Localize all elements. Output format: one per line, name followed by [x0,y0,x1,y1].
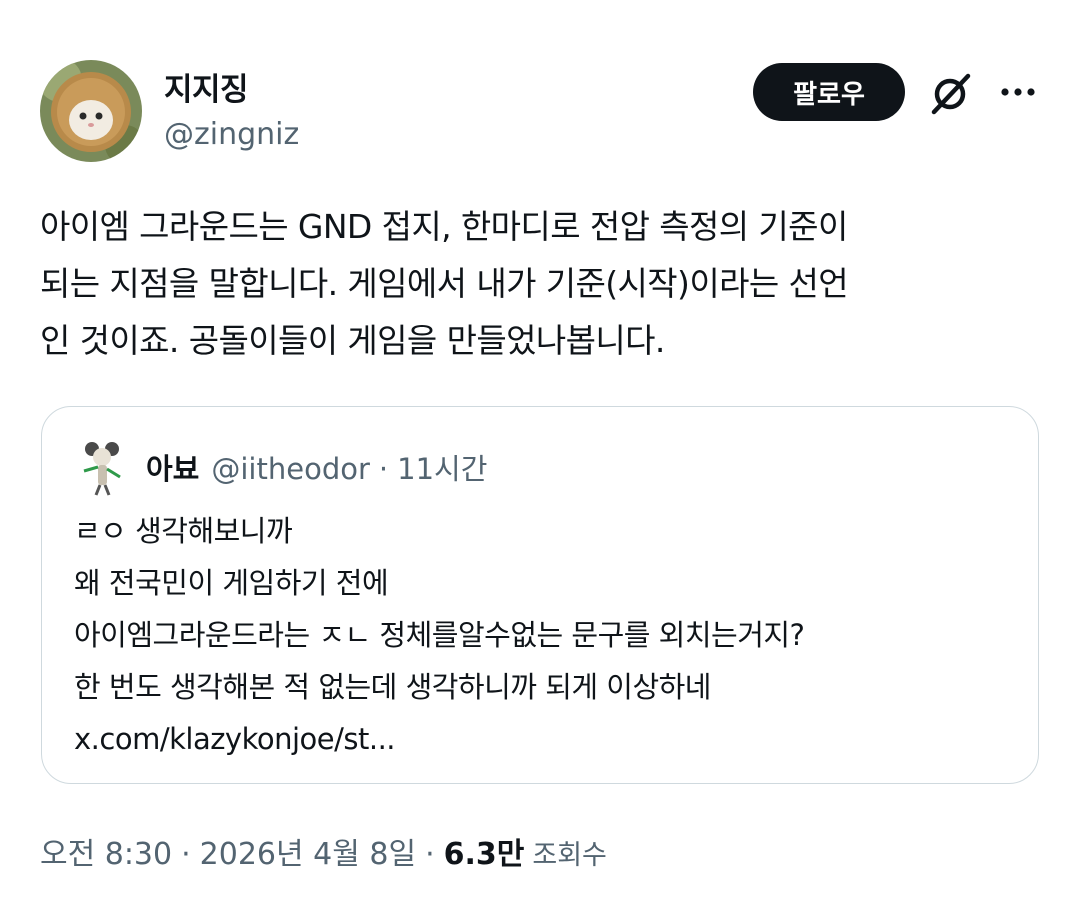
quoted-tweet-time[interactable]: 11시간 [397,446,487,488]
author-avatar[interactable] [40,60,142,162]
grok-icon[interactable] [926,70,974,118]
tweet-date[interactable]: 2026년 4월 8일 [200,829,416,873]
quoted-line: 아이엠그라운드라는 ㅈㄴ 정체를알수없는 문구를 외치는거지? [74,618,805,652]
quoted-line: 한 번도 생각해본 적 없는데 생각하니까 되게 이상하네 [74,670,712,704]
tweet-text: 아이엠 그라운드는 GND 접지, 한마디로 전압 측정의 기준이 되는 지점을… [40,198,1040,369]
quoted-tweet-header: 아뵤 @iitheodor · 11시간 [146,446,487,488]
views-label: 조회수 [532,840,607,871]
quoted-tweet-card[interactable]: 아뵤 @iitheodor · 11시간 ㄹㅇ 생각해보니까 왜 전국민이 게임… [41,406,1039,784]
separator-dot: · [378,452,389,486]
more-icon[interactable] [998,78,1038,106]
separator-dot: · [425,837,435,872]
tweet-meta: 오전 8:30 · 2026년 4월 8일 · 6.3만 조회수 [40,829,607,873]
quoted-tweet-text: ㄹㅇ 생각해보니까 왜 전국민이 게임하기 전에 아이엠그라운드라는 ㅈㄴ 정체… [74,505,1014,765]
tweet-line: 아이엠 그라운드는 GND 접지, 한마디로 전압 측정의 기준이 [40,207,848,246]
tweet-time[interactable]: 오전 8:30 [40,829,172,873]
tweet-line: 인 것이죠. 공돌이들이 게임을 만들었나봅니다. [40,321,665,360]
quoted-author-avatar[interactable] [76,437,130,497]
author-handle[interactable]: @zingniz [164,117,299,152]
quoted-author-name[interactable]: 아뵤 [146,446,199,488]
tweet-line: 되는 지점을 말합니다. 게임에서 내가 기준(시작)이라는 선언 [40,264,849,303]
views-count: 6.3만 [443,837,525,872]
follow-button[interactable]: 팔로우 [753,63,905,121]
quoted-line: 왜 전국민이 게임하기 전에 [74,566,389,600]
quoted-link[interactable]: x.com/klazykonjoe/st... [74,713,1014,765]
author-display-name[interactable]: 지지징 [164,64,249,109]
quoted-line: ㄹㅇ 생각해보니까 [74,514,293,548]
separator-dot: · [181,837,191,872]
quoted-author-handle[interactable]: @iitheodor [211,452,370,486]
